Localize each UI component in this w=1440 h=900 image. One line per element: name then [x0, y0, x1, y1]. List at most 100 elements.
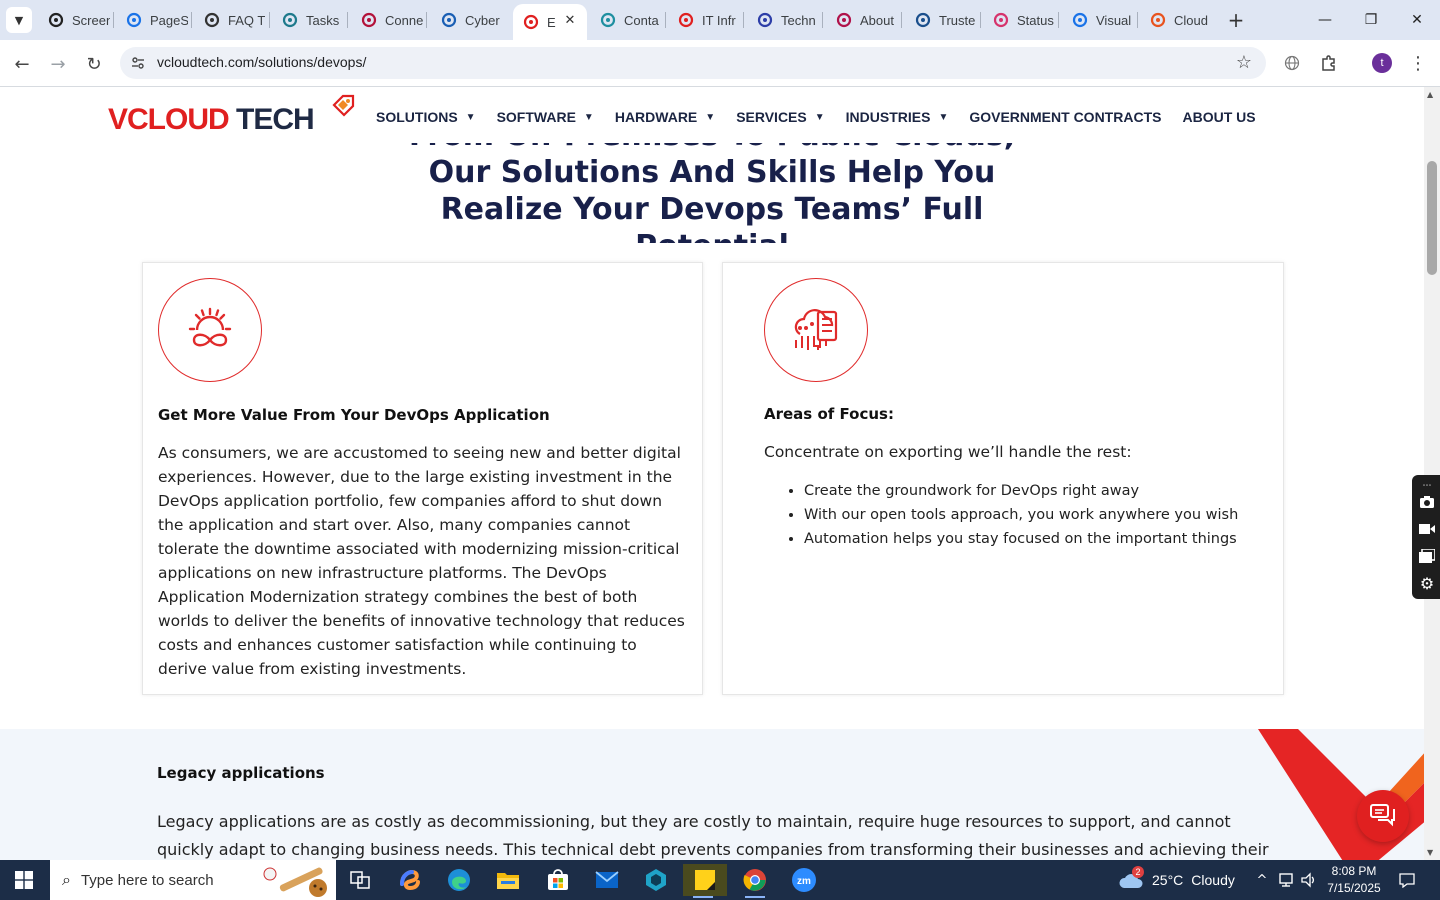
tab-separator [743, 12, 744, 28]
search-placeholder: Type here to search [80, 871, 214, 889]
card-title: Get More Value From Your DevOps Applicat… [158, 406, 550, 424]
browser-tab[interactable]: Tasks [272, 6, 344, 34]
nav-item-about-us[interactable]: ABOUT US [1182, 109, 1255, 125]
scroll-up-arrow[interactable]: ▲ [1427, 90, 1433, 99]
about-icon [836, 12, 852, 28]
mail-icon[interactable] [587, 864, 627, 896]
tab-separator [191, 12, 192, 28]
nav-item-label: SOLUTIONS [376, 109, 458, 125]
scroll-thumb[interactable] [1427, 161, 1437, 275]
nav-item-services[interactable]: SERVICES ▼ [736, 109, 824, 125]
file-explorer-icon[interactable] [488, 864, 528, 896]
weather-temperature: 25°C [1152, 872, 1184, 888]
new-tab-button[interactable]: + [1224, 8, 1248, 32]
minimize-button[interactable]: — [1302, 0, 1348, 40]
weather-widget[interactable]: 2 25°C Cloudy [1118, 860, 1235, 900]
browser-tab[interactable]: Status [983, 6, 1055, 34]
copilot-icon[interactable] [390, 864, 430, 896]
nav-item-label: ABOUT US [1182, 109, 1256, 125]
tab-search-button[interactable]: ▼ [6, 7, 32, 33]
x-logo-icon [757, 12, 773, 28]
azure-data-studio-icon[interactable] [636, 864, 676, 896]
browser-tab[interactable]: Truste [905, 6, 977, 34]
tab-label: Conne [385, 12, 423, 28]
browser-tab[interactable]: Cloud [1140, 6, 1212, 34]
gear-infinity-icon [158, 278, 262, 382]
browser-tab[interactable]: Conne [351, 6, 423, 34]
browser-tab[interactable]: IT Infr [668, 6, 740, 34]
bookmark-star-icon[interactable]: ☆ [1236, 52, 1252, 73]
sticky-notes-icon[interactable] [683, 864, 727, 898]
focus-list: Create the groundwork for DevOps right a… [804, 479, 1238, 551]
tab-separator [269, 12, 270, 28]
browser-tab[interactable]: Visual [1062, 6, 1134, 34]
tab-label: FAQ T [228, 12, 266, 28]
address-bar[interactable]: vcloudtech.com/solutions/devops/ ☆ [120, 47, 1266, 79]
zoom-app-icon[interactable]: zm [784, 864, 824, 896]
tab-label: Tasks [306, 12, 340, 28]
pulse-icon [1072, 12, 1088, 28]
nav-item-government-contracts[interactable]: GOVERNMENT CONTRACTS [969, 109, 1161, 125]
weather-condition: Cloudy [1191, 872, 1235, 888]
status-icon [993, 12, 1009, 28]
scale-icon [915, 12, 931, 28]
edge-browser-icon[interactable] [439, 864, 479, 896]
browser-tab[interactable]: FAQ T [194, 6, 266, 34]
caret-down-icon: ▼ [938, 111, 949, 123]
vcloud-tech-logo[interactable]: VCLOUD TECH [108, 93, 358, 139]
nav-item-software[interactable]: SOFTWARE ▼ [497, 109, 594, 125]
devops-value-card: Get More Value From Your DevOps Applicat… [142, 262, 703, 695]
close-window-button[interactable]: ✕ [1394, 0, 1440, 40]
browser-tab[interactable]: Cyber [431, 6, 503, 34]
network-icon[interactable] [1277, 870, 1297, 890]
chat-widget-button[interactable] [1357, 790, 1409, 842]
scroll-down-arrow[interactable]: ▼ [1427, 848, 1433, 857]
nav-item-label: GOVERNMENT CONTRACTS [969, 109, 1162, 125]
taskbar-search-box[interactable]: ⌕ Type here to search [50, 860, 336, 900]
nav-item-industries[interactable]: INDUSTRIES ▼ [846, 109, 949, 125]
camera-icon[interactable] [1418, 493, 1436, 511]
browser-tab[interactable]: Techn [747, 6, 819, 34]
cloud-logo-icon [1150, 12, 1166, 28]
more-menu-icon[interactable]: ⋮ [1406, 51, 1430, 75]
browser-tab[interactable]: Conta [590, 6, 662, 34]
browser-tab[interactable]: E ✕ [513, 4, 587, 40]
nav-item-hardware[interactable]: HARDWARE ▼ [615, 109, 715, 125]
tab-label: Truste [939, 12, 976, 28]
translate-icon[interactable] [1280, 51, 1304, 75]
chrome-browser-icon[interactable] [735, 864, 775, 898]
window-capture-icon[interactable] [1418, 547, 1436, 565]
tab-label: E [547, 14, 556, 30]
browser-toolbar: ← → ↻ vcloudtech.com/solutions/devops/ ☆… [0, 40, 1440, 87]
taskbar-clock[interactable]: 8:08 PM 7/15/2025 [1318, 863, 1390, 897]
close-tab-icon[interactable]: ✕ [561, 11, 579, 29]
reload-button[interactable]: ↻ [80, 50, 108, 78]
page-scrollbar[interactable]: ▲ ▼ [1424, 87, 1440, 860]
tab-label: Techn [781, 12, 816, 28]
search-icon: ⌕ [62, 870, 71, 889]
nav-item-solutions[interactable]: SOLUTIONS ▼ [376, 109, 476, 125]
windows-start-button[interactable] [0, 860, 48, 900]
chevron-up-icon[interactable]: ^ [1252, 870, 1272, 890]
back-button[interactable]: ← [8, 50, 36, 78]
profile-avatar[interactable]: t [1372, 53, 1392, 73]
volume-icon[interactable] [1299, 870, 1319, 890]
vcloud-icon [678, 12, 694, 28]
maximize-button[interactable]: ❐ [1348, 0, 1394, 40]
caret-down-icon: ▼ [814, 111, 825, 123]
notification-center-icon[interactable] [1397, 870, 1417, 890]
screen-capture-toolbar: ⋯ ⚙ [1412, 475, 1440, 599]
forward-button[interactable]: → [44, 50, 72, 78]
browser-tab[interactable]: PageS [116, 6, 188, 34]
site-info-icon[interactable] [128, 53, 148, 73]
microsoft-store-icon[interactable] [538, 864, 578, 896]
video-record-icon[interactable] [1418, 520, 1436, 538]
url-text[interactable]: vcloudtech.com/solutions/devops/ [157, 54, 366, 70]
browser-tab[interactable]: Screen [38, 6, 110, 34]
browser-tab[interactable]: About [826, 6, 898, 34]
tab-separator [113, 12, 114, 28]
settings-gear-icon[interactable]: ⚙ [1418, 574, 1436, 593]
svg-text:zm: zm [797, 876, 811, 887]
extensions-puzzle-icon[interactable] [1317, 51, 1341, 75]
task-view-icon[interactable] [340, 864, 380, 896]
